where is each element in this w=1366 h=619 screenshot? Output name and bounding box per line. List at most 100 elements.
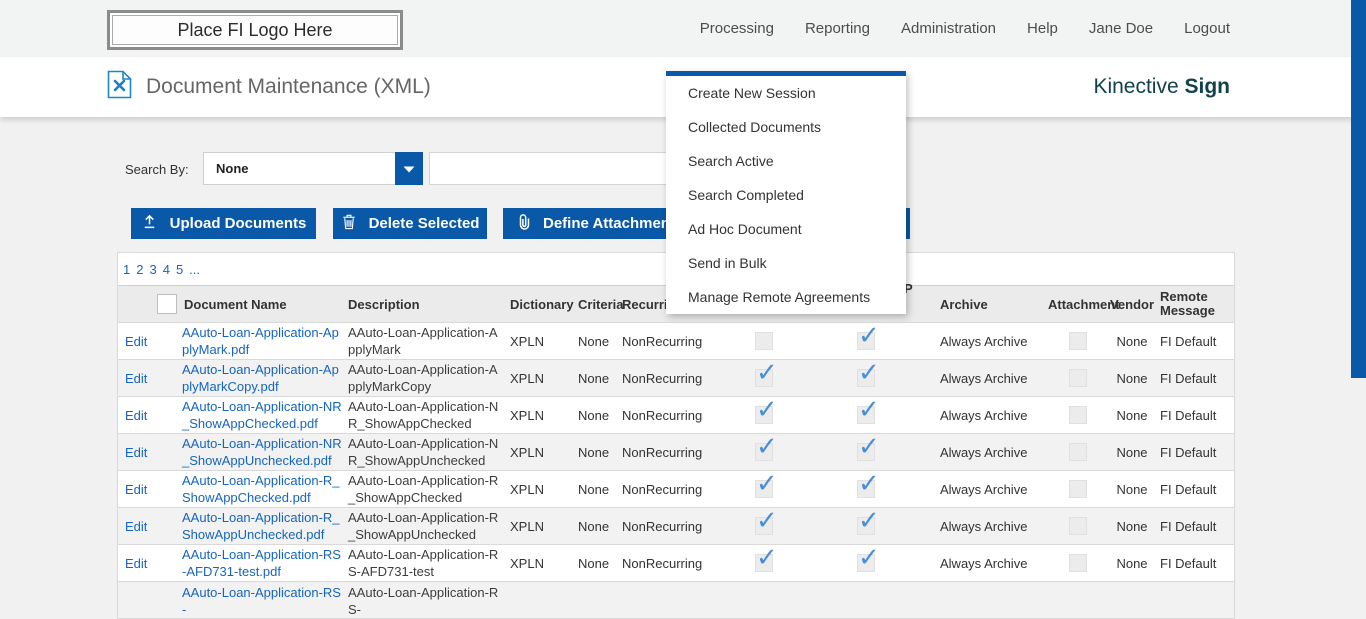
menu-item-search-active[interactable]: Search Active [666,144,906,178]
dictionary-cell: XPLN [510,333,578,350]
remote-message-cell: FI Default [1156,333,1234,350]
nav-administration[interactable]: Administration [901,20,996,37]
upload-documents-button[interactable]: Upload Documents [131,208,316,239]
remote-message-cell [1156,582,1234,584]
attachment-checkbox[interactable] [1069,406,1087,424]
menu-item-collected-documents[interactable]: Collected Documents [666,110,906,144]
flag-checkbox-1[interactable] [755,480,773,498]
document-name-link[interactable]: AAuto-Loan-Application-NR_ShowAppChecked… [182,398,348,432]
search-by-select[interactable]: None [203,152,395,185]
archive-cell [922,582,1048,584]
flag-checkbox-2[interactable] [857,369,875,387]
edit-link[interactable]: Edit [118,445,147,460]
page-link-1[interactable]: 1 [123,262,130,277]
remote-message-cell: FI Default [1156,481,1234,498]
brand-bold: Sign [1185,75,1231,99]
criteria-cell: None [578,555,622,572]
flag-checkbox-1[interactable] [755,443,773,461]
vendor-cell: None [1108,555,1156,572]
criteria-cell [578,582,622,584]
archive-cell: Always Archive [922,518,1048,535]
attachment-checkbox[interactable] [1069,369,1087,387]
select-all-checkbox[interactable] [157,294,177,314]
table-row: Edit AAuto-Loan-Application-RS-AFD731-te… [118,544,1234,581]
recurring-cell: NonRecurring [622,370,718,387]
attachment-checkbox[interactable] [1069,480,1087,498]
nav-user-jane-doe[interactable]: Jane Doe [1089,20,1153,37]
document-name-link[interactable]: AAuto-Loan-Application-RS- [182,582,348,618]
flag-checkbox-2[interactable] [857,517,875,535]
page-link-2[interactable]: 2 [136,262,143,277]
nav-help[interactable]: Help [1027,20,1058,37]
flag-checkbox-2[interactable] [857,332,875,350]
menu-item-send-in-bulk[interactable]: Send in Bulk [666,246,906,280]
attachment-checkbox[interactable] [1069,332,1087,350]
header-dictionary: Dictionary [510,296,578,313]
page-link-5[interactable]: 5 [176,262,183,277]
table-row: Edit AAuto-Loan-Application-ApplyMarkCop… [118,359,1234,396]
flag-checkbox-2[interactable] [857,406,875,424]
recurring-cell: NonRecurring [622,333,718,350]
flag-checkbox-2[interactable] [857,554,875,572]
document-name-link[interactable]: AAuto-Loan-Application-R_ShowAppChecked.… [182,472,348,506]
chevron-down-icon [403,160,415,178]
archive-cell: Always Archive [922,370,1048,387]
paperclip-icon [517,213,531,235]
page-link-4[interactable]: 4 [163,262,170,277]
menu-item-ad-hoc-document[interactable]: Ad Hoc Document [666,212,906,246]
edit-link[interactable]: Edit [118,556,147,571]
criteria-cell: None [578,518,622,535]
attachment-checkbox[interactable] [1069,517,1087,535]
document-name-link[interactable]: AAuto-Loan-Application-RS-AFD731-test.pd… [182,546,348,580]
edit-link[interactable]: Edit [118,334,147,349]
flag-checkbox-1[interactable] [755,406,773,424]
vertical-scrollbar-thumb[interactable] [1351,0,1366,378]
dictionary-cell: XPLN [510,407,578,424]
search-by-select-arrow[interactable] [395,152,423,185]
header-remote-message: Remote Message [1156,290,1216,318]
document-name-link[interactable]: AAuto-Loan-Application-R_ShowAppUnchecke… [182,509,348,543]
document-name-link[interactable]: AAuto-Loan-Application-NR_ShowAppUncheck… [182,435,348,469]
search-input[interactable] [429,152,679,185]
table-body: Edit AAuto-Loan-Application-ApplyMark.pd… [118,322,1234,618]
menu-item-manage-remote-agreements[interactable]: Manage Remote Agreements [666,280,906,314]
remote-message-cell: FI Default [1156,370,1234,387]
page-link-3[interactable]: 3 [149,262,156,277]
nav-reporting[interactable]: Reporting [805,20,870,37]
description-cell: AAuto-Loan-Application-ApplyMarkCopy [348,361,510,395]
edit-link[interactable]: Edit [118,519,147,534]
edit-link[interactable]: Edit [118,482,147,497]
flag-checkbox-2[interactable] [857,443,875,461]
document-name-link[interactable]: AAuto-Loan-Application-ApplyMark.pdf [182,324,348,358]
description-cell: AAuto-Loan-Application-NR_ShowAppChecked [348,398,510,432]
flag-checkbox-1[interactable] [755,332,773,350]
description-cell: AAuto-Loan-Application-RS-AFD731-test [348,546,510,580]
delete-selected-button[interactable]: Delete Selected [333,208,487,239]
fi-logo-placeholder: Place FI Logo Here [107,10,403,50]
upload-icon [141,213,158,234]
menu-item-create-new-session[interactable]: Create New Session [666,76,906,110]
page-title: Document Maintenance (XML) [146,75,431,99]
edit-link[interactable] [118,585,125,600]
attachment-checkbox[interactable] [1069,554,1087,572]
criteria-cell: None [578,407,622,424]
nav-processing[interactable]: Processing [700,20,774,37]
edit-link[interactable]: Edit [118,408,147,423]
header-description: Description [348,296,510,313]
attachment-checkbox[interactable] [1069,443,1087,461]
header-criteria: Criteria [578,296,622,313]
header-select-all [152,286,182,322]
description-cell: AAuto-Loan-Application-R_ShowAppUnchecke… [348,509,510,543]
flag-checkbox-1[interactable] [755,554,773,572]
document-maintenance-icon [107,70,132,104]
vendor-cell: None [1108,370,1156,387]
document-name-link[interactable]: AAuto-Loan-Application-ApplyMarkCopy.pdf [182,361,348,395]
flag-checkbox-1[interactable] [755,517,773,535]
nav-logout[interactable]: Logout [1184,20,1230,37]
flag-checkbox-1[interactable] [755,369,773,387]
flag-checkbox-2[interactable] [857,480,875,498]
edit-link[interactable]: Edit [118,371,147,386]
dictionary-cell: XPLN [510,518,578,535]
page-link-more[interactable]: ... [189,262,200,277]
menu-item-search-completed[interactable]: Search Completed [666,178,906,212]
